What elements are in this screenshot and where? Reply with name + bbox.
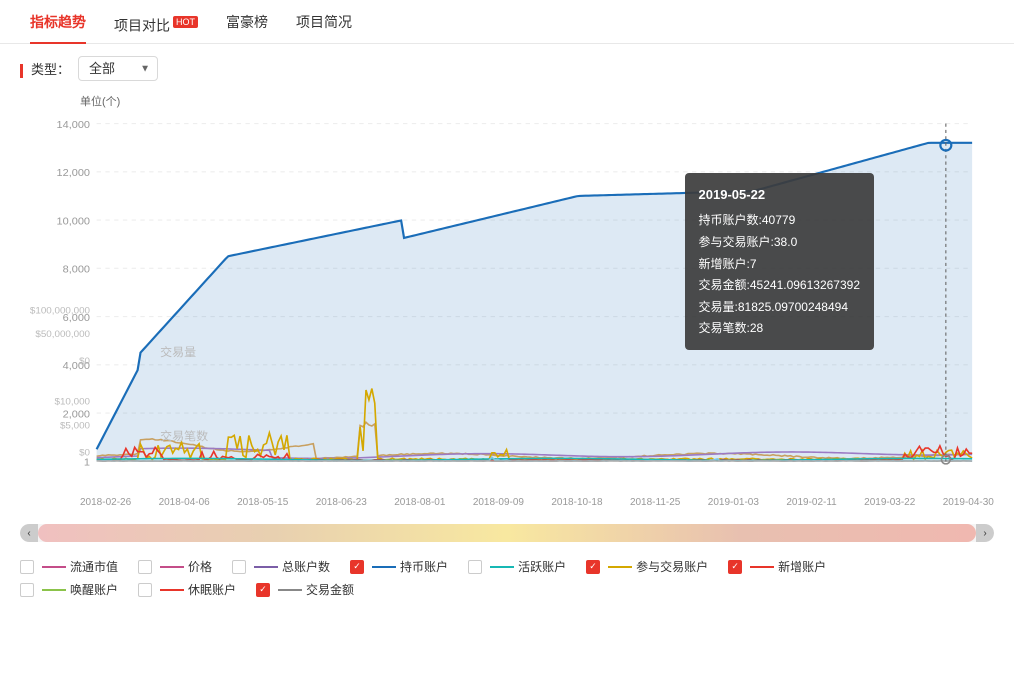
svg-text:$50,000,000: $50,000,000	[35, 329, 90, 340]
legend-item-sleep-accounts[interactable]: 休眠账户	[138, 581, 236, 598]
chart-unit-label: 单位(个)	[80, 93, 994, 109]
legend-text-new-accounts: 新增账户	[778, 558, 826, 575]
chart-area: 14,00012,00010,0008,0006,0004,0002,0001$…	[20, 113, 994, 493]
legend-line-dormant-accounts	[42, 589, 66, 591]
legend-text-market-cap: 流通市值	[70, 558, 118, 575]
x-label: 2018-09-09	[473, 497, 524, 508]
legend-text-price: 价格	[188, 558, 212, 575]
x-label: 2018-11-25	[630, 497, 680, 508]
legend-text-dormant-accounts: 唤醒账户	[70, 581, 118, 598]
svg-text:$0: $0	[79, 448, 90, 459]
x-label: 2018-08-01	[394, 497, 445, 508]
chart-svg: 14,00012,00010,0008,0006,0004,0002,0001$…	[20, 113, 994, 493]
svg-text:$0: $0	[79, 356, 90, 367]
scrollbar-left-arrow[interactable]: ‹	[20, 524, 38, 542]
x-label: 2018-05-15	[237, 497, 288, 508]
legend-area: 流通市值 价格 总账户数 持币账户 活跃账户 参与交易账户 新增账户唤醒账户 休眠账户 交易金额	[0, 548, 1014, 614]
top-nav: 指标趋势项目对比HOT富豪榜项目简况	[0, 0, 1014, 44]
legend-item-coin-holders[interactable]: 持币账户	[350, 558, 448, 575]
x-label: 2019-04-30	[943, 497, 994, 508]
annotation-trading-count: 交易笔数	[160, 429, 208, 443]
x-label: 2018-10-18	[551, 497, 602, 508]
svg-text:2,000: 2,000	[63, 408, 90, 420]
legend-line-active-accounts	[490, 566, 514, 568]
svg-text:1: 1	[84, 457, 90, 469]
legend-text-sleep-accounts: 休眠账户	[188, 581, 236, 598]
annotation-trading-volume: 交易量	[160, 345, 196, 359]
x-label: 2019-03-22	[864, 497, 915, 508]
legend-line-price	[160, 566, 184, 568]
legend-line-sleep-accounts	[160, 589, 184, 591]
type-select-wrapper: 全部主链代币	[78, 56, 158, 81]
nav-item-project-compare[interactable]: 项目对比HOT	[100, 0, 212, 44]
nav-item-indicator-trend[interactable]: 指标趋势	[16, 0, 100, 44]
scrollbar-track: ‹ ›	[20, 524, 994, 542]
legend-line-new-accounts	[750, 566, 774, 568]
legend-line-coin-holders	[372, 566, 396, 568]
legend-item-total-accounts[interactable]: 总账户数	[232, 558, 330, 575]
svg-text:8,000: 8,000	[63, 264, 90, 276]
y-axis: 14,00012,00010,0008,0006,0004,0002,0001$…	[30, 119, 90, 469]
legend-checkbox-new-accounts[interactable]	[728, 560, 742, 574]
legend-checkbox-tx-accounts[interactable]	[586, 560, 600, 574]
legend-item-market-cap[interactable]: 流通市值	[20, 558, 118, 575]
legend-item-tx-amount[interactable]: 交易金额	[256, 581, 354, 598]
legend-checkbox-active-accounts[interactable]	[468, 560, 482, 574]
chart-lines	[97, 124, 973, 462]
legend-text-tx-amount: 交易金额	[306, 581, 354, 598]
x-label: 2018-02-26	[80, 497, 131, 508]
x-label: 2019-02-11	[786, 497, 836, 508]
filter-label: 类型：	[20, 59, 70, 78]
legend-item-active-accounts[interactable]: 活跃账户	[468, 558, 566, 575]
legend-checkbox-market-cap[interactable]	[20, 560, 34, 574]
type-select[interactable]: 全部主链代币	[78, 56, 158, 81]
legend-item-price[interactable]: 价格	[138, 558, 212, 575]
scrollbar-thumb[interactable]	[38, 524, 976, 542]
legend-text-coin-holders: 持币账户	[400, 558, 448, 575]
x-label: 2019-01-03	[708, 497, 759, 508]
legend-checkbox-total-accounts[interactable]	[232, 560, 246, 574]
legend-item-tx-accounts[interactable]: 参与交易账户	[586, 558, 708, 575]
scrollbar-right-arrow[interactable]: ›	[976, 524, 994, 542]
legend-line-market-cap	[42, 566, 66, 568]
legend-row-1: 唤醒账户 休眠账户 交易金额	[20, 581, 994, 598]
nav-item-project-overview[interactable]: 项目简况	[282, 0, 366, 44]
legend-item-dormant-accounts[interactable]: 唤醒账户	[20, 581, 118, 598]
legend-item-new-accounts[interactable]: 新增账户	[728, 558, 826, 575]
x-axis-labels: 2018-02-26 2018-04-06 2018-05-15 2018-06-23…	[20, 493, 994, 508]
nav-item-rich-list[interactable]: 富豪榜	[212, 0, 282, 44]
x-label: 2018-04-06	[159, 497, 210, 508]
legend-text-tx-accounts: 参与交易账户	[636, 558, 708, 575]
svg-text:12,000: 12,000	[57, 167, 90, 179]
svg-text:$5,000: $5,000	[60, 421, 90, 432]
chart-container: 单位(个) 14,00012,00010,0008,0006,0004,0002…	[0, 93, 1014, 518]
legend-text-total-accounts: 总账户数	[282, 558, 330, 575]
legend-text-active-accounts: 活跃账户	[518, 558, 566, 575]
badge-project-compare: HOT	[173, 16, 198, 28]
svg-text:$100,000,000: $100,000,000	[30, 306, 90, 317]
svg-text:10,000: 10,000	[57, 215, 90, 227]
legend-row-0: 流通市值 价格 总账户数 持币账户 活跃账户 参与交易账户 新增账户	[20, 558, 994, 575]
legend-checkbox-coin-holders[interactable]	[350, 560, 364, 574]
svg-text:14,000: 14,000	[57, 119, 90, 131]
x-label: 2018-06-23	[316, 497, 367, 508]
legend-line-tx-accounts	[608, 566, 632, 568]
legend-checkbox-price[interactable]	[138, 560, 152, 574]
svg-text:$10,000: $10,000	[55, 397, 91, 408]
filter-bar: 类型： 全部主链代币	[0, 44, 1014, 93]
legend-line-total-accounts	[254, 566, 278, 568]
legend-checkbox-tx-amount[interactable]	[256, 583, 270, 597]
legend-line-tx-amount	[278, 589, 302, 591]
legend-checkbox-dormant-accounts[interactable]	[20, 583, 34, 597]
legend-checkbox-sleep-accounts[interactable]	[138, 583, 152, 597]
